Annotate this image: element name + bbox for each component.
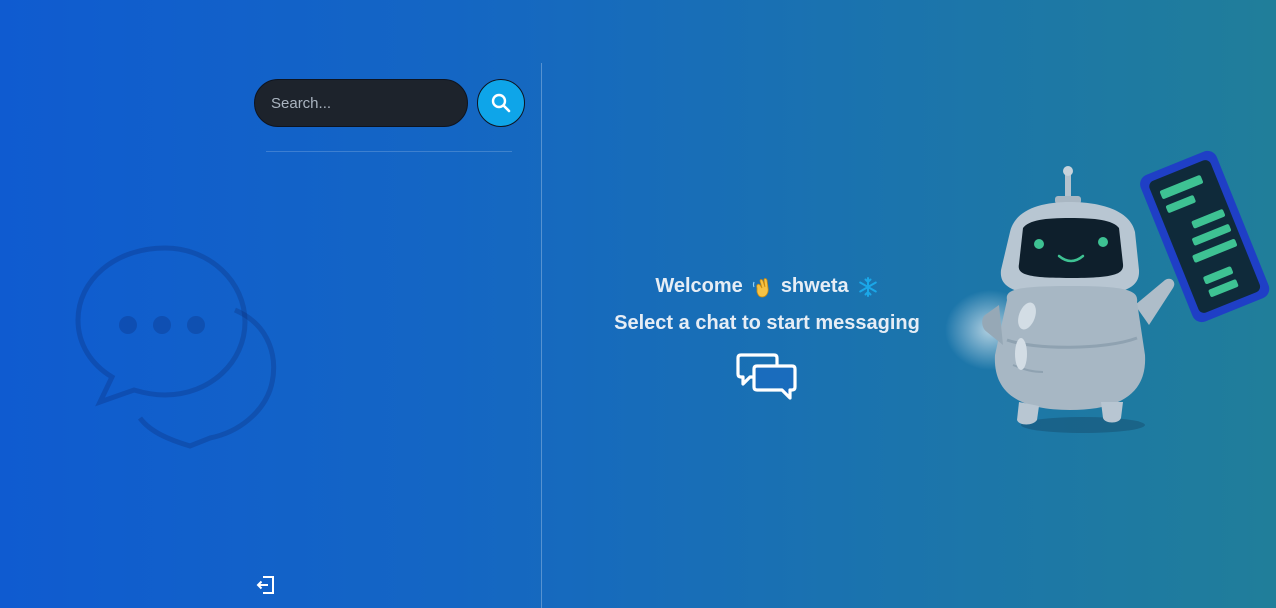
robot-illustration (945, 150, 1270, 433)
welcome-subtitle: Select a chat to start messaging (614, 312, 920, 334)
panel-divider (541, 63, 542, 608)
chat-bubbles-icon (736, 353, 797, 400)
search-button[interactable] (477, 79, 525, 127)
welcome-username: shweta (780, 275, 849, 297)
background-chat-bubble-icon (75, 245, 277, 449)
logout-button[interactable] (255, 574, 277, 596)
welcome-greeting: Welcome (655, 275, 743, 297)
search-icon (491, 93, 511, 113)
sidebar (254, 0, 542, 608)
welcome-message: Welcome shweta (542, 275, 992, 298)
waving-hand-icon (752, 277, 769, 297)
search-bar (254, 79, 525, 127)
snowflake-icon (858, 276, 877, 297)
search-input[interactable] (254, 79, 468, 127)
sidebar-divider (266, 151, 512, 152)
logout-icon (256, 576, 274, 594)
